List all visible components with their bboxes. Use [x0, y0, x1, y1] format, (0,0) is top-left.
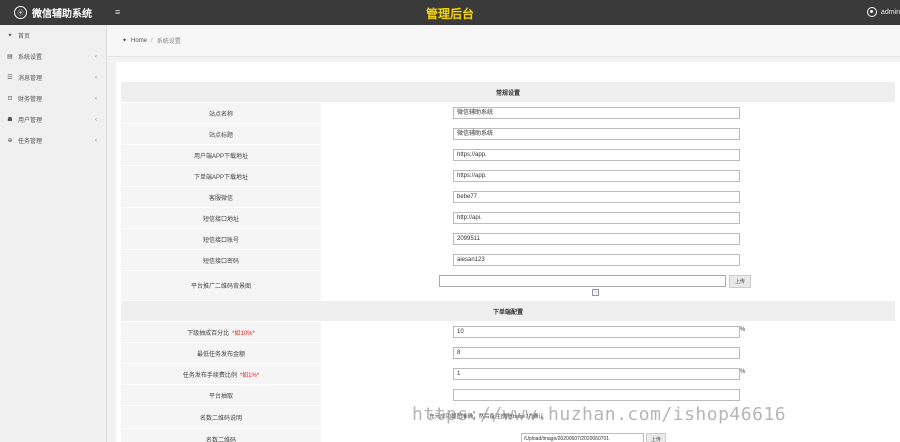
form-row: 最低任务发布金额 8 — [121, 343, 895, 363]
user-menu[interactable]: admin — [866, 7, 900, 17]
field-label: 用户端APP下载地址 — [193, 153, 248, 160]
user-avatar-icon — [866, 7, 877, 17]
field-label: 平台推广二维码背景图 — [190, 284, 251, 290]
sidebar-item-label: 消息管理 — [18, 76, 43, 82]
form-row: 客服微信 bebe77 — [121, 187, 895, 207]
task-icon: ⊕ — [7, 138, 13, 144]
form-row: 短信接口账号 2099511 — [121, 229, 895, 249]
sidebar-item-tasks[interactable]: ⊕ 任务管理 ‹ — [0, 130, 106, 151]
sms-api-url-input[interactable]: http://api. — [453, 212, 740, 224]
settings-icon: ▤ — [7, 54, 13, 60]
task-fee-ratio-input[interactable]: 1 — [453, 368, 740, 380]
sidebar-item-finance[interactable]: ⊡ 财务管理 ‹ — [0, 88, 106, 109]
field-label: 短信接口地址 — [202, 216, 239, 223]
site-name-input[interactable]: 微信辅助系统 — [453, 107, 740, 119]
chevron-left-icon: ‹ — [95, 137, 97, 144]
user-app-url-input[interactable]: https://app. — [453, 149, 740, 161]
sidebar-item-label: 任务管理 — [18, 139, 43, 145]
form-row: 下单端APP下载地址 https://app. — [121, 166, 895, 186]
breadcrumb-current: 系统设置 — [156, 39, 181, 45]
section-header-general: 常规设置 — [121, 82, 895, 102]
platform-cut-input[interactable] — [453, 389, 740, 401]
form-row: 用户端APP下载地址 https://app. — [121, 145, 895, 165]
form-row: 平台抽取 — [121, 385, 895, 405]
percent-suffix: % — [740, 327, 746, 333]
users-icon: ☗ — [7, 117, 13, 123]
settings-panel: 常规设置 站点名称 微信辅助系统 站点标题 微信辅助系统 用户端APP下载地址 … — [116, 62, 900, 442]
field-label: 名数二维码 — [205, 437, 236, 442]
chevron-left-icon: ‹ — [95, 53, 97, 60]
home-icon: ✦ — [7, 33, 13, 39]
qr-upload-button[interactable]: 上传 — [646, 433, 666, 442]
field-label: 短信接口密码 — [202, 258, 239, 265]
breadcrumb-home[interactable]: Home — [131, 38, 147, 44]
page-title: 管理后台 — [425, 7, 474, 21]
finance-icon: ⊡ — [7, 96, 13, 102]
sidebar: ✦ 首页 ▤ 系统设置 ‹ ☰ 消息管理 ‹ ⊡ 财务管理 ‹ ☗ 用户管理 ‹… — [0, 25, 107, 442]
service-wechat-input[interactable]: bebe77 — [453, 191, 740, 203]
form-row: 下级抽成百分比 *如10%* 10% — [121, 322, 895, 342]
field-label: 短信接口账号 — [202, 237, 239, 244]
home-icon: ✦ — [122, 38, 128, 44]
field-hint: *如10%* — [232, 330, 255, 337]
upload-button[interactable]: 上传 — [729, 275, 751, 288]
field-label: 任务发布手续费比例 *如1%* — [121, 364, 321, 384]
section-header-order: 下单端配置 — [121, 301, 895, 321]
min-task-amount-input[interactable]: 8 — [453, 347, 740, 359]
form-row: 名数二维码 /Upload/image/20200607/2020060701 … — [121, 429, 895, 442]
form-row: 短信接口密码 aiesan123 — [121, 250, 895, 270]
form-row: 平台推广二维码背景图 上传 — [121, 271, 895, 300]
chevron-left-icon: ‹ — [95, 95, 97, 102]
commission-percent-input[interactable]: 10 — [453, 326, 740, 338]
percent-suffix: % — [740, 369, 746, 375]
field-label: 最低任务发布金额 — [196, 351, 245, 358]
watermark-text: https://www.huzhan.com/ishop46616 — [412, 404, 787, 425]
field-label: 站点标题 — [208, 132, 233, 139]
field-label: 站点名称 — [208, 111, 233, 118]
qr-image-path-input[interactable]: /Upload/image/20200607/2020060701 — [521, 433, 644, 442]
form-row: 站点名称 微信辅助系统 — [121, 103, 895, 123]
top-bar: ⦿ 微信辅助系统 ≡ 管理后台 admin — [0, 0, 900, 25]
field-label: 名数二维码说明 — [199, 415, 242, 422]
sidebar-item-label: 用户管理 — [18, 118, 43, 124]
sidebar-item-label: 财务管理 — [18, 97, 43, 103]
message-icon: ☰ — [7, 75, 13, 81]
broken-image-icon — [592, 289, 599, 296]
promo-image-file-input[interactable] — [439, 275, 726, 287]
form-row: 站点标题 微信辅助系统 — [121, 124, 895, 144]
sidebar-item-messages[interactable]: ☰ 消息管理 ‹ — [0, 67, 106, 88]
field-label: 平台抽取 — [208, 393, 233, 400]
sidebar-item-label: 首页 — [18, 34, 31, 40]
sms-password-input[interactable]: aiesan123 — [453, 254, 740, 266]
field-label: 客服微信 — [208, 195, 233, 202]
breadcrumb-bar: ✦ Home / 系统设置 — [107, 25, 900, 57]
chevron-left-icon: ‹ — [95, 116, 97, 123]
chevron-left-icon: ‹ — [95, 74, 97, 81]
breadcrumb-separator: / — [151, 37, 153, 44]
breadcrumb: ✦ Home / 系统设置 — [122, 36, 181, 46]
sidebar-item-users[interactable]: ☗ 用户管理 ‹ — [0, 109, 106, 130]
form-row: 任务发布手续费比例 *如1%* 1% — [121, 364, 895, 384]
sms-account-input[interactable]: 2099511 — [453, 233, 740, 245]
form-row: 短信接口地址 http://api. — [121, 208, 895, 228]
order-app-url-input[interactable]: https://app. — [453, 170, 740, 182]
sidebar-item-settings[interactable]: ▤ 系统设置 ‹ — [0, 46, 106, 67]
field-hint: *如1%* — [239, 372, 260, 379]
sidebar-item-label: 系统设置 — [18, 55, 43, 61]
sidebar-item-home[interactable]: ✦ 首页 — [0, 25, 106, 46]
site-title-input[interactable]: 微信辅助系统 — [453, 128, 740, 140]
user-name: admin — [880, 8, 900, 16]
field-label: 下级抽成百分比 *如10%* — [121, 322, 321, 342]
field-label: 下单端APP下载地址 — [193, 174, 248, 181]
settings-form: 常规设置 站点名称 微信辅助系统 站点标题 微信辅助系统 用户端APP下载地址 … — [121, 82, 895, 442]
